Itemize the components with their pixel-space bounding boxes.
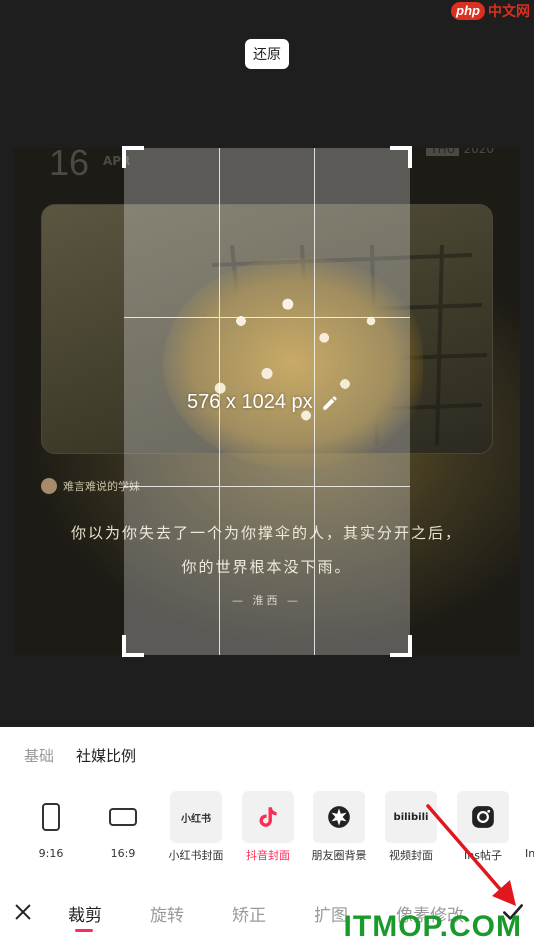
php-logo: php <box>451 2 485 20</box>
preset-9-16[interactable]: 9:16 <box>16 789 86 860</box>
itmop-watermark: ITMOP.COM <box>343 910 522 943</box>
bilibili-icon: bilibili <box>385 791 437 843</box>
tab-straighten[interactable]: 矫正 <box>232 901 266 926</box>
php-watermark-text: 中文网 <box>488 4 530 20</box>
preset-video-cover[interactable]: bilibili 视频封面 <box>376 789 446 863</box>
preset-xiaohongshu[interactable]: 小红书 小红书封面 <box>161 789 231 863</box>
douyin-icon <box>242 791 294 843</box>
crop-dimension-text: 576 x 1024 px <box>187 391 313 413</box>
preset-16-9[interactable]: 16:9 <box>88 789 158 860</box>
author-avatar <box>41 478 57 494</box>
tab-crop[interactable]: 裁剪 <box>68 901 102 926</box>
preset-instagram-partial[interactable]: In <box>508 789 534 860</box>
crop-handle-bottom-right[interactable] <box>390 635 412 657</box>
preset-label: 小红书封面 <box>168 849 224 862</box>
tab-rotate[interactable]: 旋转 <box>150 901 184 926</box>
crop-handle-top-right[interactable] <box>390 146 412 168</box>
edit-pencil-icon[interactable] <box>321 394 339 412</box>
preset-label: 视频封面 <box>389 849 433 862</box>
portrait-ratio-icon <box>42 803 60 831</box>
crop-handle-bottom-left[interactable] <box>122 635 144 657</box>
preset-douyin[interactable]: 抖音封面 <box>233 789 303 863</box>
reset-button[interactable]: 还原 <box>245 39 289 69</box>
preset-label: 9:16 <box>38 847 64 860</box>
xiaohongshu-icon: 小红书 <box>170 791 222 843</box>
mode-tab-social[interactable]: 社媒比例 <box>76 745 136 766</box>
crop-grid-line <box>124 486 410 487</box>
landscape-ratio-icon <box>109 808 137 826</box>
xiaohongshu-tile-text: 小红书 <box>181 813 211 825</box>
active-tab-indicator <box>75 929 93 932</box>
photo-year-badge: THU <box>426 148 460 156</box>
crop-dimension[interactable]: 576 x 1024 px <box>187 391 339 414</box>
moments-icon <box>313 791 365 843</box>
photo-date-day: 16 <box>49 148 90 183</box>
ratio-mode-tabs: 基础 社媒比例 <box>24 745 136 766</box>
ratio-preset-list: 9:16 16:9 小红书 小红书封面 抖音封面 朋友圈背景 bilibili … <box>0 789 534 869</box>
mode-tab-basic[interactable]: 基础 <box>24 745 54 766</box>
photo-year: THU 2020 <box>426 148 494 156</box>
bilibili-tile-text: bilibili <box>393 811 429 823</box>
php-watermark: php 中文网 <box>451 0 530 22</box>
photo-year-text: 2020 <box>463 148 494 156</box>
preset-moments[interactable]: 朋友圈背景 <box>304 789 374 863</box>
close-icon[interactable] <box>12 901 34 923</box>
preset-label: 朋友圈背景 <box>311 849 367 862</box>
crop-handle-top-left[interactable] <box>122 146 144 168</box>
preset-label: Ins帖子 <box>464 849 502 862</box>
crop-grid-line <box>124 317 410 318</box>
preset-label: In <box>525 847 534 860</box>
preset-label: 16:9 <box>110 847 136 860</box>
instagram-icon <box>457 791 509 843</box>
preset-label: 抖音封面 <box>246 849 290 862</box>
